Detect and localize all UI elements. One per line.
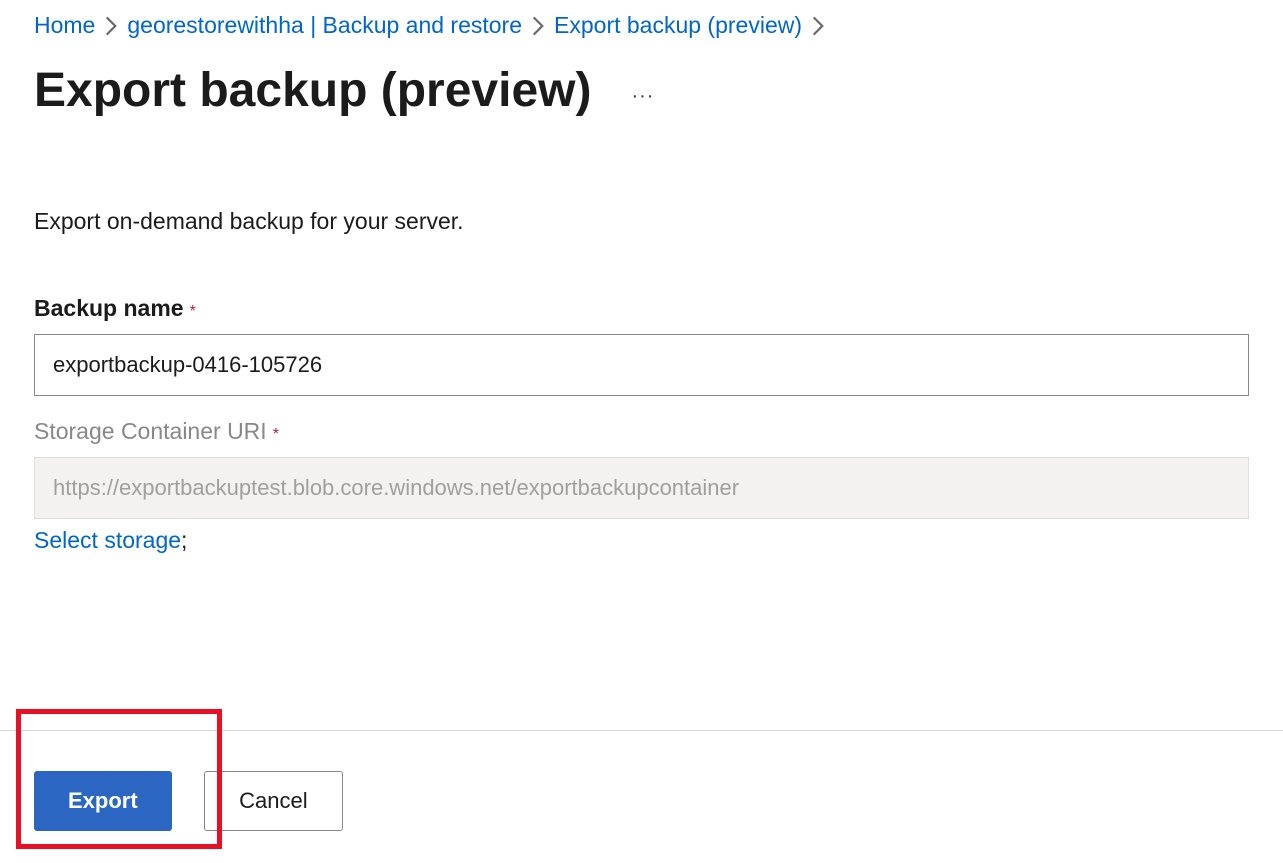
page-title: Export backup (preview): [34, 63, 591, 118]
required-asterisk: *: [190, 303, 196, 320]
page-description: Export on-demand backup for your server.: [34, 208, 1249, 235]
more-actions-icon[interactable]: ···: [631, 85, 654, 108]
backup-name-input[interactable]: [34, 334, 1249, 396]
chevron-right-icon: [532, 16, 544, 36]
select-storage-link[interactable]: Select storage: [34, 527, 181, 553]
storage-uri-input: [34, 457, 1249, 519]
cancel-button[interactable]: Cancel: [204, 771, 342, 831]
export-button[interactable]: Export: [34, 771, 172, 831]
breadcrumb-link-resource[interactable]: georestorewithha | Backup and restore: [127, 12, 522, 39]
select-storage-suffix: ;: [181, 527, 187, 553]
breadcrumb: Home georestorewithha | Backup and resto…: [34, 12, 1249, 39]
required-asterisk: *: [273, 426, 279, 443]
backup-name-label: Backup name*: [34, 303, 196, 320]
breadcrumb-link-current[interactable]: Export backup (preview): [554, 12, 802, 39]
chevron-right-icon: [105, 16, 117, 36]
chevron-right-icon: [812, 16, 824, 36]
footer-actions: Export Cancel: [0, 730, 1283, 855]
breadcrumb-link-home[interactable]: Home: [34, 12, 95, 39]
storage-uri-label: Storage Container URI*: [34, 426, 279, 443]
